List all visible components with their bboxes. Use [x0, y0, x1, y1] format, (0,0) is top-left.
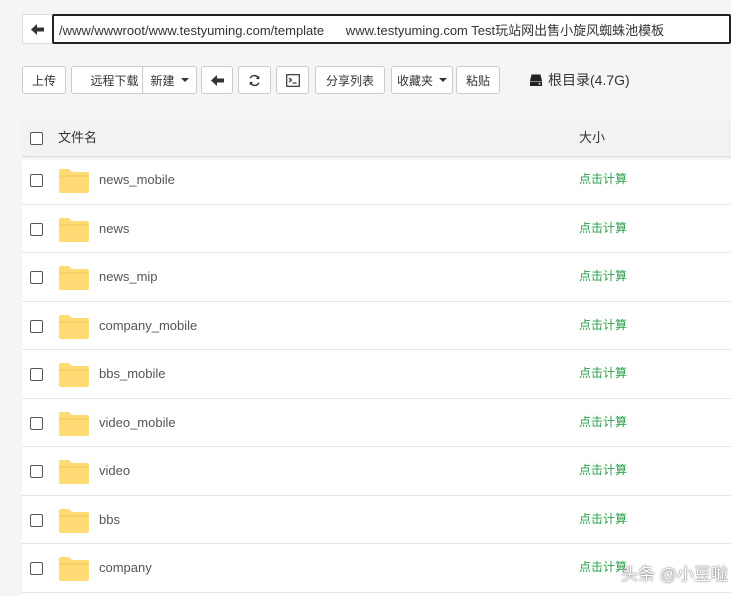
folder-icon [59, 314, 89, 339]
file-name[interactable]: news_mobile [99, 156, 175, 203]
toolbar: 上传 远程下载 新建 分享列表 收藏夹 粘贴 根目录(4.7G) [22, 66, 731, 94]
refresh-button[interactable] [238, 66, 271, 94]
new-button-label: 新建 [150, 73, 175, 88]
path-bar [22, 14, 731, 44]
row-checkbox[interactable] [30, 465, 43, 478]
path-input[interactable] [52, 14, 731, 44]
row-checkbox[interactable] [30, 368, 43, 381]
file-name[interactable]: video [99, 447, 130, 494]
disk-selector[interactable]: 根目录(4.7G) [529, 66, 630, 94]
calculate-size-link[interactable]: 点击计算 [579, 447, 627, 494]
share-list-button[interactable]: 分享列表 [315, 66, 385, 94]
file-table: 文件名 大小 news_mobile 点击计算 news 点击计算 news_mip 点击… [22, 120, 731, 596]
disk-label: 根目录(4.7G) [548, 72, 630, 88]
table-row[interactable]: news_mobile 点击计算 [22, 156, 731, 205]
table-row[interactable]: video 点击计算 [22, 447, 731, 496]
upload-button[interactable]: 上传 [22, 66, 66, 94]
calculate-size-link[interactable]: 点击计算 [579, 156, 627, 203]
chevron-down-icon [439, 78, 447, 82]
table-header: 文件名 大小 [22, 120, 731, 157]
row-checkbox[interactable] [30, 513, 43, 527]
paste-label: 粘贴 [465, 73, 490, 88]
terminal-button[interactable] [276, 66, 309, 94]
file-name[interactable]: news_mip [99, 253, 158, 300]
calculate-size-link[interactable]: 点击计算 [579, 544, 627, 591]
file-name[interactable]: company [99, 544, 152, 591]
arrow-left-icon [31, 23, 44, 35]
share-list-label: 分享列表 [325, 73, 374, 88]
table-row[interactable]: company_mobile 点击计算 [22, 302, 731, 350]
row-checkbox[interactable] [30, 416, 43, 430]
file-name[interactable]: video_mobile [99, 399, 176, 446]
row-checkbox[interactable] [30, 271, 43, 284]
calculate-size-link[interactable]: 点击计算 [579, 253, 627, 300]
file-name[interactable]: bbs [99, 496, 120, 543]
table-row[interactable]: news_mip 点击计算 [22, 253, 731, 302]
path-back-button[interactable] [22, 14, 52, 44]
hard-drive-icon [530, 74, 542, 86]
remote-download-label: 远程下载 [90, 73, 139, 88]
folder-icon [59, 217, 89, 242]
calculate-size-link[interactable]: 点击计算 [579, 496, 627, 543]
column-header-name[interactable]: 文件名 [58, 120, 97, 156]
folder-icon [59, 411, 89, 436]
favorites-label: 收藏夹 [396, 73, 433, 88]
column-header-size[interactable]: 大小 [579, 120, 605, 156]
file-name[interactable]: bbs_mobile [99, 350, 166, 397]
calculate-size-link[interactable]: 点击计算 [579, 399, 627, 446]
new-dropdown-button[interactable]: 新建 [142, 66, 197, 94]
file-name[interactable]: company_mobile [99, 302, 197, 349]
table-row[interactable]: bbs 点击计算 [22, 496, 731, 544]
calculate-size-link[interactable]: 点击计算 [579, 205, 627, 252]
terminal-icon [285, 73, 300, 87]
table-row[interactable]: bbs_mobile 点击计算 [22, 350, 731, 399]
folder-icon [59, 557, 89, 581]
select-all-checkbox[interactable] [30, 132, 43, 145]
table-row[interactable]: video_mobile 点击计算 [22, 399, 731, 447]
folder-icon [59, 169, 89, 193]
folder-icon [59, 508, 89, 533]
row-checkbox[interactable] [30, 222, 43, 236]
row-checkbox[interactable] [30, 562, 43, 575]
chevron-down-icon [180, 78, 189, 82]
folder-icon [59, 460, 89, 484]
back-button[interactable] [201, 66, 233, 94]
file-list: news_mobile 点击计算 news 点击计算 news_mip 点击计算 compa… [22, 156, 731, 593]
file-name[interactable]: news [99, 205, 129, 252]
refresh-icon [249, 74, 260, 86]
arrow-left-icon [210, 74, 224, 86]
row-checkbox[interactable] [30, 319, 43, 333]
folder-icon [59, 266, 89, 290]
folder-icon [59, 363, 89, 387]
upload-button-label: 上传 [31, 73, 56, 88]
calculate-size-link[interactable]: 点击计算 [579, 302, 627, 349]
calculate-size-link[interactable]: 点击计算 [579, 350, 627, 397]
watermark: 头条 @小豆啦 [621, 565, 728, 584]
table-row[interactable]: news 点击计算 [22, 205, 731, 253]
favorites-dropdown-button[interactable]: 收藏夹 [391, 66, 453, 94]
row-checkbox[interactable] [30, 174, 43, 187]
paste-button[interactable]: 粘贴 [456, 66, 500, 94]
